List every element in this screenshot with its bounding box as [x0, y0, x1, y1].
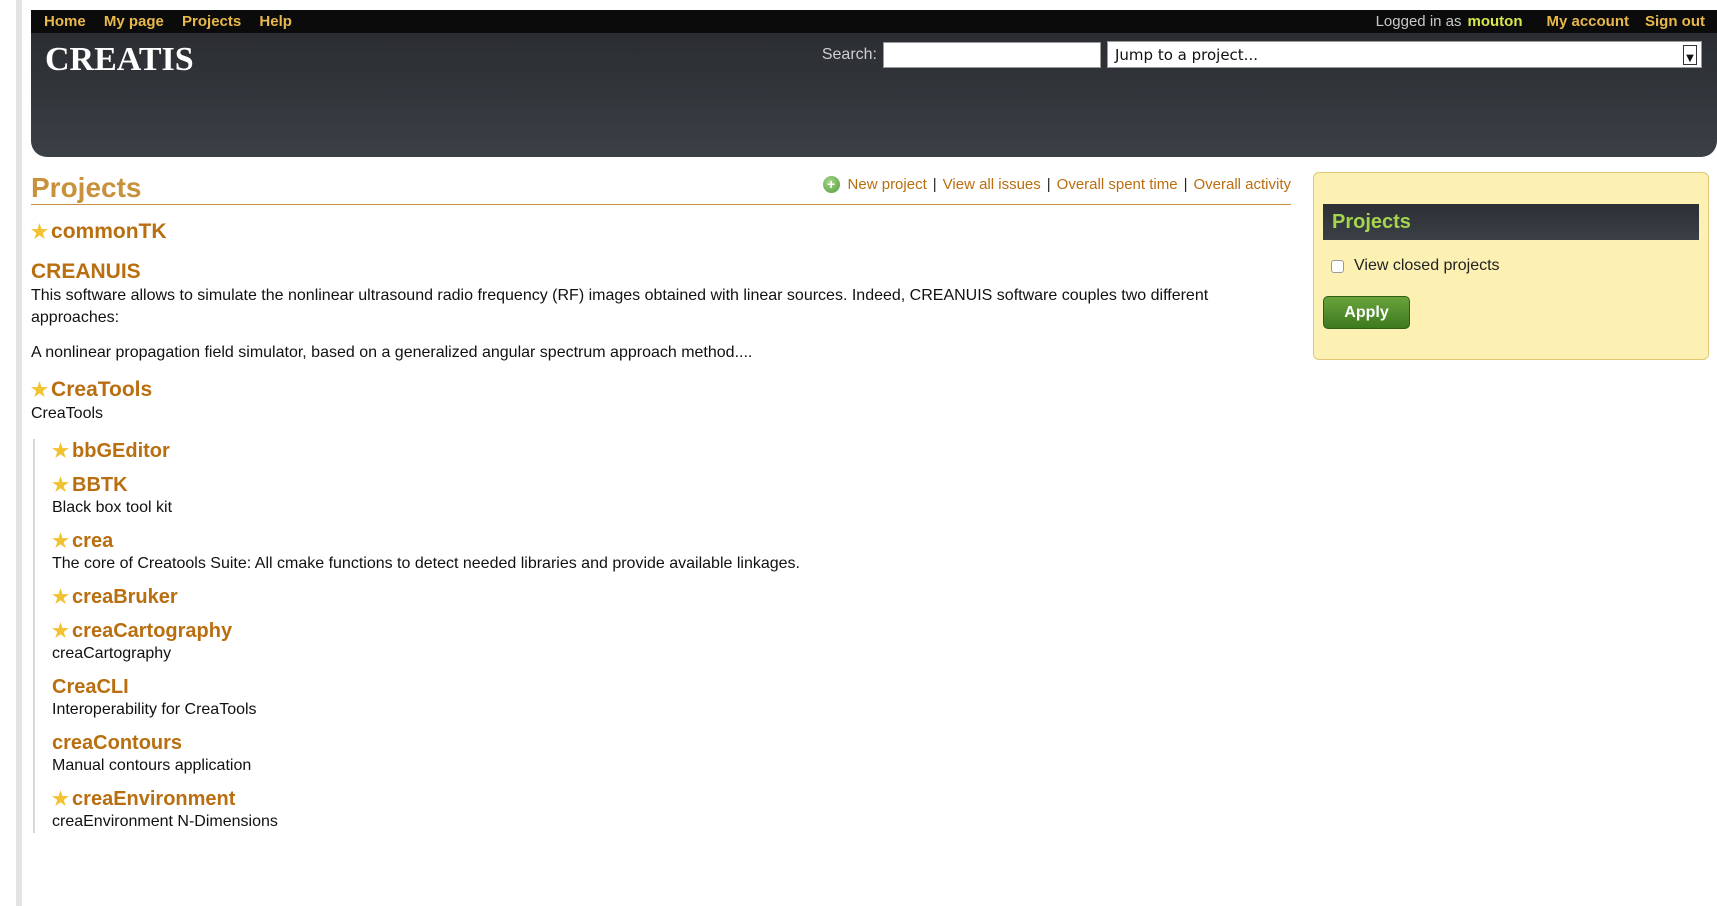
project-name-text: CreaCLI — [52, 676, 129, 698]
star-icon: ★ — [52, 474, 70, 496]
subproject-item: ★ creaEnvironment creaEnvironment N-Dimen… — [52, 787, 1291, 833]
project-link-creacli[interactable]: CreaCLI — [52, 675, 129, 699]
project-link-creacartography[interactable]: ★ creaCartography — [52, 619, 232, 643]
project-link-creacontours[interactable]: creaContours — [52, 731, 182, 755]
top-link-my-page[interactable]: My page — [104, 13, 164, 30]
view-closed-checkbox[interactable] — [1331, 259, 1344, 273]
top-link-projects[interactable]: Projects — [182, 13, 241, 30]
top-link-home[interactable]: Home — [44, 13, 86, 30]
project-name-text: CREANUIS — [31, 260, 141, 283]
separator: | — [1046, 176, 1051, 193]
star-icon: ★ — [31, 379, 49, 401]
star-icon: ★ — [52, 586, 70, 608]
top-menu-left: Home My page Projects Help — [44, 13, 306, 30]
overall-activity-link[interactable]: Overall activity — [1193, 176, 1291, 193]
contextual-actions: + New project | View all issues | Overal… — [822, 176, 1291, 193]
chevron-down-icon: ▼ — [1683, 44, 1697, 65]
project-name-text: crea — [72, 530, 114, 552]
project-name-text: commonTK — [51, 220, 167, 243]
project-name-text: creaBruker — [72, 586, 178, 608]
project-name-text: CreaTools — [51, 378, 153, 401]
project-link-creaenvironment[interactable]: ★ creaEnvironment — [52, 787, 235, 811]
project-item: ★ commonTK — [31, 219, 1291, 245]
project-link-commontk[interactable]: ★ commonTK — [31, 219, 167, 245]
project-item: ★ CreaTools CreaTools — [31, 377, 1291, 425]
separator: | — [1183, 176, 1188, 193]
subproject-item: CreaCLI Interoperability for CreaTools — [52, 675, 1291, 721]
sign-out-link[interactable]: Sign out — [1645, 13, 1705, 30]
plus-circle-icon[interactable]: + — [822, 176, 840, 193]
project-description: Manual contours application — [52, 757, 252, 774]
description-paragraph: This software allows to simulate the non… — [31, 287, 1209, 326]
page-title-row: Projects + New project | View all issues… — [31, 172, 1291, 205]
subproject-item: ★ creaBruker — [52, 585, 1291, 609]
star-icon: ★ — [52, 788, 70, 810]
subproject-item: ★ creaCartography creaCartography — [52, 619, 1291, 665]
project-link-crea[interactable]: ★ crea — [52, 529, 113, 553]
logged-in-label: Logged in as — [1375, 13, 1462, 30]
top-menu-right: Logged in as mouton My account Sign out — [1376, 13, 1705, 30]
project-description: creaEnvironment N-Dimensions — [52, 813, 278, 830]
my-account-link[interactable]: My account — [1546, 13, 1629, 30]
page-title: Projects — [31, 172, 142, 203]
separator: | — [932, 176, 937, 193]
search-area: Search: Jump to a project... ▼ — [822, 41, 1702, 68]
view-all-issues-link[interactable]: View all issues — [943, 176, 1041, 193]
project-description: CreaTools — [31, 405, 104, 422]
sidebar-title: Projects — [1323, 204, 1699, 240]
window-left-edge — [0, 0, 22, 906]
project-link-bbgeditor[interactable]: ★ bbGEditor — [52, 439, 170, 463]
username-link[interactable]: mouton — [1468, 13, 1523, 30]
subproject-item: ★ bbGEditor — [52, 439, 1291, 463]
project-name-text: creaCartography — [72, 620, 233, 642]
description-paragraph: A nonlinear propagation field simulator,… — [31, 344, 753, 361]
star-icon: ★ — [52, 620, 70, 642]
page-wrapper: Home My page Projects Help Logged in as … — [31, 10, 1717, 157]
project-link-creanuis[interactable]: CREANUIS — [31, 259, 141, 285]
project-name-text: BBTK — [72, 474, 128, 496]
star-icon: ★ — [52, 530, 70, 552]
subproject-list: ★ bbGEditor ★ BBTK Black box tool kit ★ cre… — [33, 439, 1291, 833]
subproject-item: ★ BBTK Black box tool kit — [52, 473, 1291, 519]
project-description: The core of Creatools Suite: All cmake f… — [52, 555, 800, 572]
project-link-creatools[interactable]: ★ CreaTools — [31, 377, 152, 403]
new-project-link[interactable]: New project — [848, 176, 927, 193]
view-closed-projects-row[interactable]: View closed projects — [1331, 257, 1500, 275]
overall-spent-time-link[interactable]: Overall spent time — [1057, 176, 1178, 193]
main-content: Projects + New project | View all issues… — [31, 172, 1291, 843]
search-label: Search: — [821, 45, 877, 63]
project-description: creaCartography — [52, 645, 172, 662]
top-menu: Home My page Projects Help Logged in as … — [31, 10, 1717, 33]
apply-button[interactable]: Apply — [1323, 296, 1410, 329]
project-link-creabruker[interactable]: ★ creaBruker — [52, 585, 178, 609]
jump-to-project-select[interactable]: Jump to a project... ▼ — [1107, 41, 1702, 68]
project-item: CREANUIS This software allows to simulat… — [31, 259, 1291, 364]
jump-select-value: Jump to a project... — [1115, 45, 1258, 64]
star-icon: ★ — [31, 221, 49, 243]
site-title: CREATIS — [45, 41, 194, 78]
site-header: CREATIS Search: Jump to a project... ▼ — [31, 33, 1717, 157]
top-link-help[interactable]: Help — [259, 13, 292, 30]
star-icon: ★ — [52, 440, 70, 462]
project-description: Black box tool kit — [52, 499, 173, 516]
search-input[interactable] — [883, 41, 1101, 68]
subproject-item: ★ crea The core of Creatools Suite: All c… — [52, 529, 1291, 575]
project-description: This software allows to simulate the non… — [31, 285, 1291, 364]
view-closed-label: View closed projects — [1354, 257, 1500, 274]
subproject-item: creaContours Manual contours application — [52, 731, 1291, 777]
project-name-text: creaContours — [52, 732, 183, 754]
project-description: Interoperability for CreaTools — [52, 701, 257, 718]
sidebar: Projects View closed projects Apply — [1313, 172, 1709, 360]
project-link-bbtk[interactable]: ★ BBTK — [52, 473, 128, 497]
project-name-text: creaEnvironment — [72, 788, 236, 810]
project-name-text: bbGEditor — [72, 440, 170, 462]
